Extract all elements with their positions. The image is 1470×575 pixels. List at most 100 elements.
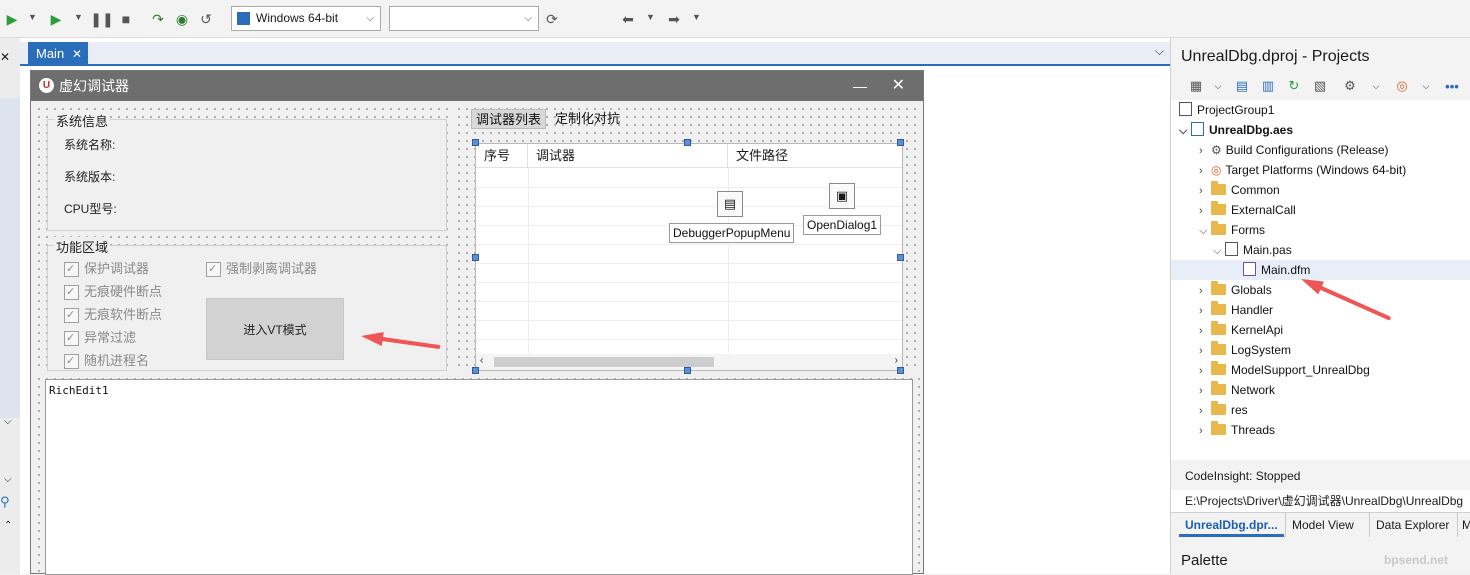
chevron-right-icon[interactable]: › xyxy=(1199,321,1211,341)
tree-node-network[interactable]: › Network xyxy=(1199,380,1275,400)
refresh-icon[interactable]: ↻ xyxy=(1285,77,1303,95)
close-icon[interactable]: ✕ xyxy=(0,50,10,64)
sw-breakpoint-checkbox[interactable]: 无痕软件断点 xyxy=(64,306,162,324)
right-panel[interactable]: 调试器列表 定制化对抗 序号 调试器 文件路径 ‹ › ▤ DebuggerPo… xyxy=(455,105,921,374)
tab-more[interactable]: M xyxy=(1457,513,1470,537)
exception-filter-checkbox[interactable]: 异常过滤 xyxy=(64,329,136,347)
back-dropdown-icon[interactable]: ▼ xyxy=(646,12,655,22)
more-icon[interactable]: ••• xyxy=(1443,77,1461,95)
selection-handle[interactable] xyxy=(472,254,479,261)
left-panel[interactable]: 系统信息 系统名称: 系统版本: CPU型号: 功能区域 保护调试器 无痕硬件断… xyxy=(35,105,451,371)
popup-menu-component-label[interactable]: DebuggerPopupMenu xyxy=(669,223,795,243)
grid-header-filepath[interactable]: 文件路径 xyxy=(728,144,902,168)
chevron-left-icon[interactable]: ‹ xyxy=(480,355,483,366)
tree-node-main-pas[interactable]: ⌵ Main.pas xyxy=(1213,240,1292,260)
force-detach-checkbox[interactable]: 强制剥离调试器 xyxy=(206,260,317,278)
tree-node-threads[interactable]: › Threads xyxy=(1199,420,1275,440)
random-process-name-checkbox[interactable]: 随机进程名 xyxy=(64,352,149,370)
run-until-return-icon[interactable]: ↺ xyxy=(196,9,216,29)
tab-data-explorer[interactable]: Data Explorer xyxy=(1369,513,1455,537)
chevron-right-icon[interactable]: › xyxy=(1199,161,1211,181)
tree-node-project[interactable]: ⌵ UnrealDbg.aes xyxy=(1179,120,1293,140)
config-select[interactable]: ⌵ xyxy=(389,6,539,31)
tree-node-common[interactable]: › Common xyxy=(1199,180,1280,200)
protect-debugger-checkbox[interactable]: 保护调试器 xyxy=(64,260,149,278)
tab-model-view[interactable]: Model View xyxy=(1285,513,1360,537)
hw-breakpoint-checkbox[interactable]: 无痕硬件断点 xyxy=(64,283,162,301)
forward-dropdown-icon[interactable]: ▼ xyxy=(692,12,701,22)
target-platform-icon[interactable]: ◎ xyxy=(1393,77,1411,95)
selection-handle[interactable] xyxy=(472,139,479,146)
trace-into-icon[interactable]: ◉ xyxy=(172,9,192,29)
debugger-grid[interactable]: 序号 调试器 文件路径 ‹ › xyxy=(475,143,903,371)
chevron-down-icon[interactable]: ⌵ xyxy=(1213,241,1225,261)
chevron-right-icon[interactable]: › xyxy=(1199,281,1211,301)
selection-handle[interactable] xyxy=(897,254,904,261)
function-group[interactable]: 功能区域 保护调试器 无痕硬件断点 无痕软件断点 异常过滤 随机进程名 强制剥离… xyxy=(47,237,447,371)
chevron-right-icon[interactable]: › xyxy=(1199,201,1211,221)
settings-icon[interactable]: ⚙ xyxy=(1341,77,1359,95)
chevron-right-icon[interactable]: › xyxy=(1199,381,1211,401)
selection-handle[interactable] xyxy=(472,367,479,374)
run-icon[interactable]: ▶ xyxy=(2,9,22,29)
left-scrollbar[interactable] xyxy=(0,98,20,418)
grid-header-debugger[interactable]: 调试器 xyxy=(528,144,728,168)
run-dropdown-icon[interactable]: ▼ xyxy=(28,12,37,22)
chevron-down-icon[interactable]: ⌵ xyxy=(1199,221,1211,241)
designed-form[interactable]: U 虚幻调试器 — ✕ 系统信息 系统名称: 系统版本: CPU型号: 功能区域… xyxy=(30,70,924,575)
page-control[interactable]: 调试器列表 定制化对抗 序号 调试器 文件路径 ‹ › ▤ DebuggerPo… xyxy=(467,109,917,374)
minimize-icon[interactable]: — xyxy=(853,71,867,101)
tree-node-modelsupport[interactable]: › ModelSupport_UnrealDbg xyxy=(1199,360,1370,380)
enter-vt-mode-button[interactable]: 进入VT模式 xyxy=(206,298,344,360)
search-icon[interactable]: ⚲ xyxy=(0,494,10,510)
open-dialog-icon[interactable]: ▣ xyxy=(829,183,855,209)
run-debug-icon[interactable]: ▶ xyxy=(46,9,66,29)
bottom-panel[interactable]: RichEdit1 xyxy=(35,375,921,575)
chevron-down-icon[interactable]: ⌵ xyxy=(1179,121,1191,141)
step-over-icon[interactable]: ↷ xyxy=(148,9,168,29)
rich-edit[interactable]: RichEdit1 xyxy=(45,379,913,575)
tab-project[interactable]: UnrealDbg.dpr... xyxy=(1179,513,1284,537)
pause-icon[interactable]: ❚❚ xyxy=(90,9,113,29)
popup-menu-icon[interactable]: ▤ xyxy=(717,191,743,217)
config-manager-icon[interactable]: ⟳ xyxy=(542,9,562,29)
tree-node-externalcall[interactable]: › ExternalCall xyxy=(1199,200,1296,220)
tree-node-handler[interactable]: › Handler xyxy=(1199,300,1273,320)
chevron-right-icon[interactable]: › xyxy=(1199,401,1211,421)
chevron-right-icon[interactable]: › xyxy=(1199,181,1211,201)
forward-arrow-icon[interactable]: ➡ xyxy=(664,9,684,29)
tree-node-main-dfm[interactable]: Main.dfm xyxy=(1171,260,1470,280)
scroll-thumb[interactable] xyxy=(494,357,714,367)
remove-file-icon[interactable]: ▥ xyxy=(1259,77,1277,95)
chevron-down-icon[interactable]: ⌵ xyxy=(4,416,12,427)
chevron-down-icon[interactable]: ⌵ xyxy=(1367,77,1385,95)
chevron-up-icon[interactable]: ⌃ xyxy=(4,520,12,531)
chevron-right-icon[interactable]: › xyxy=(895,355,898,366)
back-arrow-icon[interactable]: ⬅ xyxy=(618,9,638,29)
tree-node-res[interactable]: › res xyxy=(1199,400,1248,420)
chevron-right-icon[interactable]: › xyxy=(1199,421,1211,441)
tree-node-target-platforms[interactable]: › ◎ Target Platforms (Windows 64-bit) xyxy=(1199,160,1406,180)
chevron-right-icon[interactable]: › xyxy=(1199,301,1211,321)
selection-handle[interactable] xyxy=(684,367,691,374)
debug-dropdown-icon[interactable]: ▼ xyxy=(74,12,83,22)
tree-node-globals[interactable]: › Globals xyxy=(1199,280,1272,300)
tree-node-forms[interactable]: ⌵ Forms xyxy=(1199,220,1265,240)
tree-node-build-config[interactable]: › ⚙ Build Configurations (Release) xyxy=(1199,140,1389,160)
tab-custom-countermeasure[interactable]: 定制化对抗 xyxy=(551,109,624,129)
chevron-down-icon[interactable]: ⌵ xyxy=(1155,44,1164,59)
chevron-right-icon[interactable]: › xyxy=(1199,141,1211,161)
options-icon[interactable]: ▧ xyxy=(1311,77,1329,95)
selection-handle[interactable] xyxy=(897,367,904,374)
chevron-down-icon[interactable]: ⌵ xyxy=(4,474,12,485)
chevron-down-icon[interactable]: ⌵ xyxy=(1209,77,1227,95)
close-icon[interactable]: ✕ xyxy=(72,42,82,66)
add-file-icon[interactable]: ▤ xyxy=(1233,77,1251,95)
sysinfo-group[interactable]: 系统信息 系统名称: 系统版本: CPU型号: xyxy=(47,111,447,231)
tab-debugger-list[interactable]: 调试器列表 xyxy=(471,109,547,129)
build-icon[interactable]: ▦ xyxy=(1187,77,1205,95)
selection-handle[interactable] xyxy=(684,139,691,146)
stop-icon[interactable]: ■ xyxy=(116,9,136,29)
close-icon[interactable]: ✕ xyxy=(892,71,905,101)
tree-node-kernelapi[interactable]: › KernelApi xyxy=(1199,320,1283,340)
